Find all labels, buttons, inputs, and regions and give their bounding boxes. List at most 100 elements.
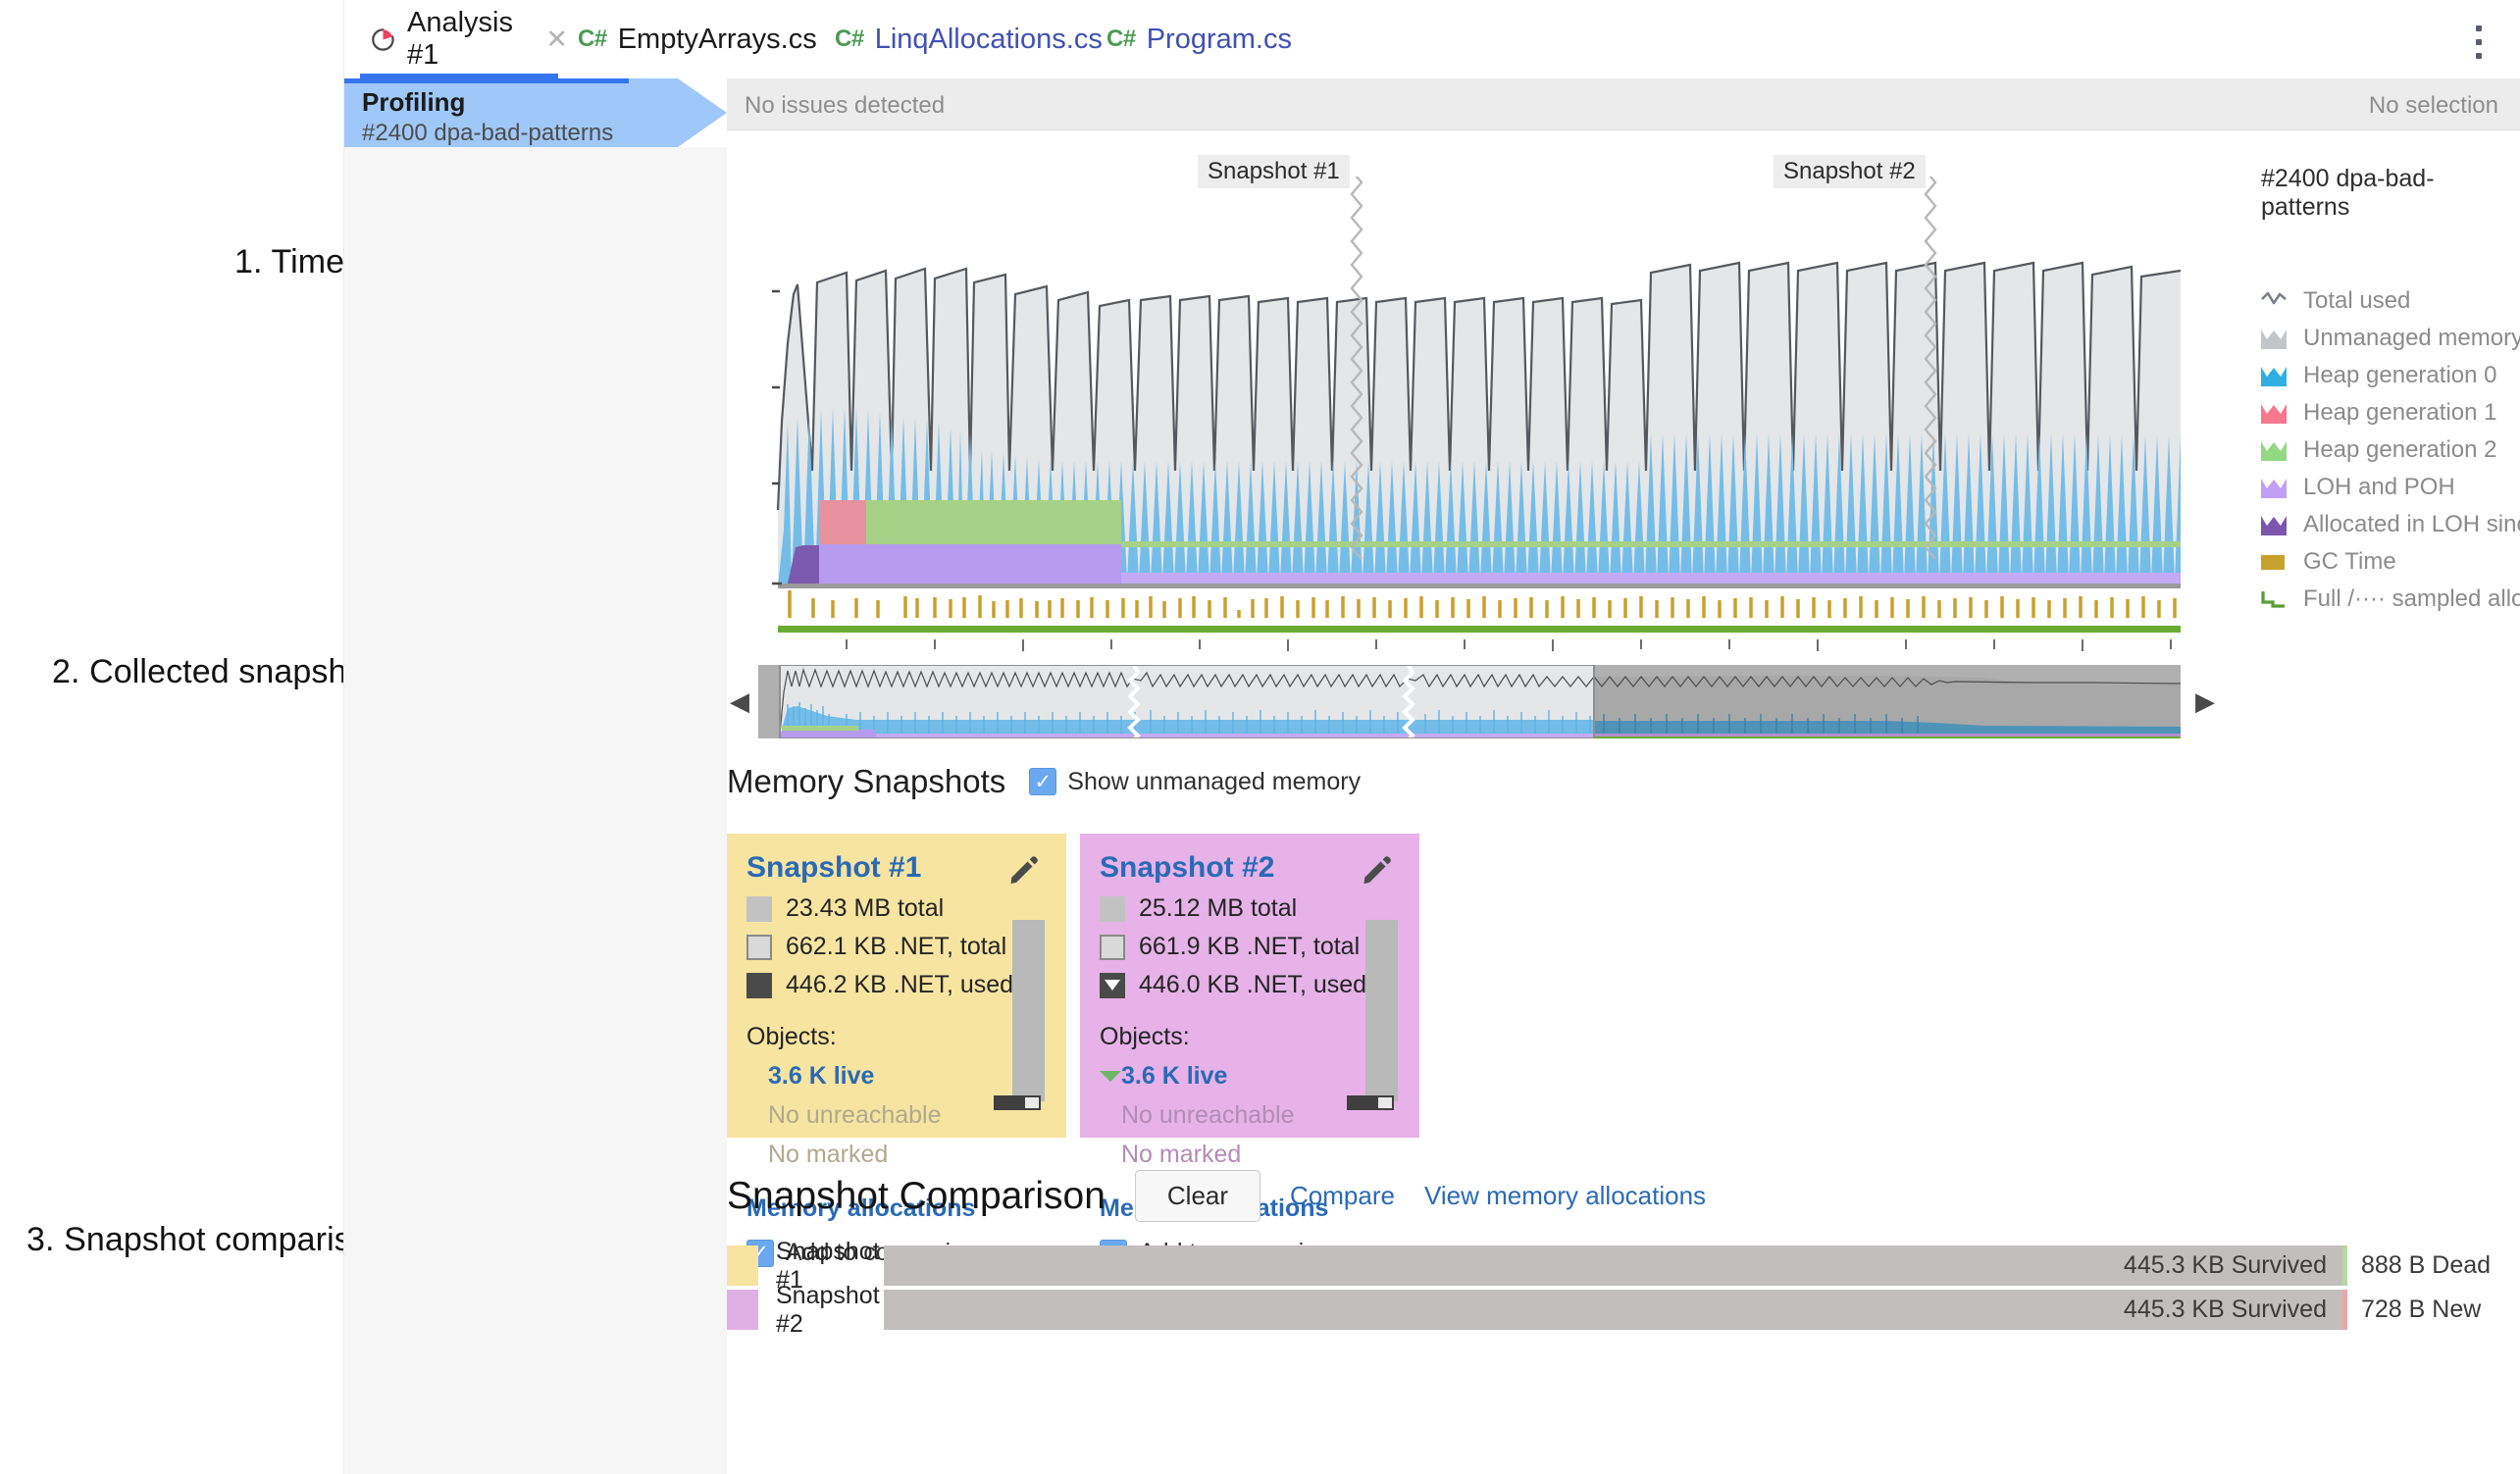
survived-bar: 445.3 KB Survived <box>884 1290 2342 1330</box>
checkbox-checked-icon[interactable]: ✓ <box>1029 768 1056 795</box>
snapshot-net-total-text: 662.1 KB .NET, total <box>786 933 1006 961</box>
step-mark-icon <box>2261 588 2287 610</box>
objects-marked: No marked <box>1100 1141 1400 1169</box>
area-mark-icon <box>2261 402 2287 424</box>
left-rail <box>344 147 727 1474</box>
legend-item-gc-time[interactable]: GC Time <box>2247 543 2512 581</box>
snapshot-row-net-total: 662.1 KB .NET, total <box>746 933 1047 961</box>
area-mark-icon <box>2261 439 2287 461</box>
objects-live[interactable]: 3.6 K live <box>1100 1062 1400 1091</box>
snapshot-card-1[interactable]: Snapshot #1 23.43 MB total 662.1 KB .NET… <box>727 834 1066 1138</box>
legend-label: Heap generation 2 <box>2303 436 2496 464</box>
comparison-rows: Snapshot #1 445.3 KB Survived 888 B Dead… <box>727 1245 2512 1334</box>
legend-items: Total used Unmanaged memory Heap generat… <box>2247 282 2512 618</box>
snapshot-net-used-text: 446.2 KB .NET, used <box>786 971 1013 999</box>
csharp-icon: C# <box>1106 25 1136 53</box>
snapshot-size-bar <box>1365 920 1398 1101</box>
legend-label: Unmanaged memory <box>2303 325 2520 352</box>
snapshot-row-net-total: 661.9 KB .NET, total <box>1100 933 1400 961</box>
content-area: 20.0 MB <box>344 147 2520 1474</box>
snapshot-cards: Snapshot #1 23.43 MB total 662.1 KB .NET… <box>727 834 1419 1138</box>
snapshot-total-text: 25.12 MB total <box>1139 894 1297 923</box>
pencil-icon[interactable] <box>1361 853 1394 887</box>
bar-mark-icon <box>2261 551 2287 573</box>
tab-emptyarrays-cs[interactable]: C# EmptyArrays.cs <box>568 0 827 78</box>
objects-label: Objects: <box>746 1023 1047 1051</box>
snapshot-comparison-title: Snapshot Comparison <box>727 1175 1106 1218</box>
dead-value: 888 B Dead <box>2347 1251 2512 1280</box>
show-unmanaged-memory-toggle[interactable]: ✓ Show unmanaged memory <box>1029 768 1361 796</box>
objects-label: Objects: <box>1100 1023 1400 1051</box>
net-used-swatch-icon <box>746 973 772 998</box>
legend-header: #2400 dpa-bad-patterns <box>2261 165 2512 222</box>
snapshot-net-used-text: 446.0 KB .NET, used <box>1139 971 1366 999</box>
snapshot-row-total: 23.43 MB total <box>746 894 1047 923</box>
legend-label: GC Time <box>2303 548 2396 576</box>
area-mark-icon <box>2261 514 2287 535</box>
compare-link[interactable]: Compare <box>1290 1181 1395 1211</box>
view-memory-allocations-link[interactable]: View memory allocations <box>1424 1181 1706 1211</box>
comparison-row[interactable]: Snapshot #1 445.3 KB Survived 888 B Dead <box>727 1245 2512 1286</box>
clear-button[interactable]: Clear <box>1135 1170 1260 1222</box>
snapshot-card-title[interactable]: Snapshot #1 <box>746 851 1047 885</box>
chart-canvas <box>758 177 2181 588</box>
timeline-minimap[interactable]: ◀ ▶ <box>727 665 2520 738</box>
snapshot-net-total-text: 661.9 KB .NET, total <box>1139 933 1360 961</box>
net-used-swatch-icon <box>1100 973 1125 998</box>
snapshot-marker-1[interactable]: Snapshot #1 <box>1198 155 1350 188</box>
snapshot-card-2[interactable]: Snapshot #2 25.12 MB total 661.9 KB .NET… <box>1080 834 1419 1138</box>
timeline-chart[interactable]: 20.0 MB <box>727 147 2520 657</box>
chart-plot-area[interactable]: Snapshot #1 Snapshot #2 <box>758 177 2181 588</box>
minimap-scroll-left-icon[interactable]: ◀ <box>727 685 752 718</box>
legend-item-heap-generation-0[interactable]: Heap generation 0 <box>2247 357 2512 394</box>
tab-bar: Analysis #1 ✕ C# EmptyArrays.cs C# LinqA… <box>344 0 2520 78</box>
pencil-icon[interactable] <box>1007 853 1041 887</box>
snapshot-marker-2[interactable]: Snapshot #2 <box>1774 155 1926 188</box>
tab-program-cs[interactable]: C# Program.cs <box>1097 0 1302 78</box>
kebab-menu-icon[interactable] <box>2465 25 2493 59</box>
minimap-canvas[interactable] <box>758 665 2181 738</box>
legend-item-total-used[interactable]: Total used <box>2247 282 2512 320</box>
area-mark-icon <box>2261 477 2287 498</box>
area-mark-icon <box>2261 328 2287 349</box>
chart-legend: #2400 dpa-bad-patterns Total used Unmana… <box>2247 147 2512 618</box>
survived-bar: 445.3 KB Survived <box>884 1245 2342 1286</box>
snapshot-card-title[interactable]: Snapshot #2 <box>1100 851 1400 885</box>
total-swatch-icon <box>1100 896 1125 922</box>
snapshot-size-bar <box>1012 920 1045 1101</box>
legend-item-unmanaged-memory[interactable]: Unmanaged memory <box>2247 320 2512 357</box>
close-icon[interactable]: ✕ <box>545 25 568 55</box>
gc-time-and-axis <box>758 588 2181 672</box>
legend-item-allocated-in-loh-since-gc[interactable]: Allocated in LOH since GC <box>2247 506 2512 543</box>
tab-label: LinqAllocations.cs <box>875 24 1103 56</box>
legend-label: LOH and POH <box>2303 474 2455 501</box>
legend-item-sampled-allocation-data[interactable]: Full /···· sampled allocation data <box>2247 581 2512 618</box>
session-card[interactable]: Profiling #2400 dpa-bad-patterns <box>344 78 727 147</box>
minimap-scroll-right-icon[interactable]: ▶ <box>2192 685 2218 718</box>
comparison-row[interactable]: Snapshot #2 445.3 KB Survived 728 B New <box>727 1290 2512 1330</box>
total-swatch-icon <box>746 896 772 922</box>
session-title: Profiling <box>362 87 465 118</box>
application-window: Analysis #1 ✕ C# EmptyArrays.cs C# LinqA… <box>344 0 2520 1474</box>
legend-label: Heap generation 1 <box>2303 399 2496 427</box>
tab-linqallocations-cs[interactable]: C# LinqAllocations.cs <box>825 0 1112 78</box>
legend-item-heap-generation-1[interactable]: Heap generation 1 <box>2247 394 2512 432</box>
snapshot-size-bar-end <box>994 1095 1041 1110</box>
memory-snapshots-header: Memory Snapshots ✓ Show unmanaged memory <box>727 763 1361 800</box>
csharp-icon: C# <box>578 25 607 53</box>
objects-live[interactable]: 3.6 K live <box>746 1062 1047 1091</box>
area-mark-icon <box>2261 365 2287 386</box>
legend-item-heap-generation-2[interactable]: Heap generation 2 <box>2247 432 2512 469</box>
snapshot-color-chip <box>727 1290 758 1330</box>
snapshot-row-net-used: 446.2 KB .NET, used <box>746 971 1047 999</box>
decrease-triangle-icon <box>1100 1071 1121 1082</box>
legend-item-loh-and-poh[interactable]: LOH and POH <box>2247 469 2512 506</box>
snapshot-total-text: 23.43 MB total <box>786 894 944 923</box>
annotation-label-collected-snapshots: 2. Collected snapshots <box>52 653 391 691</box>
legend-label: Heap generation 0 <box>2303 362 2496 389</box>
snapshot-row-net-used: 446.0 KB .NET, used <box>1100 971 1400 999</box>
net-total-swatch-icon <box>1100 935 1125 960</box>
new-value: 728 B New <box>2347 1296 2512 1324</box>
tab-analysis-1[interactable]: Analysis #1 ✕ <box>360 0 578 78</box>
status-bar: No issues detected No selection <box>727 78 2520 130</box>
